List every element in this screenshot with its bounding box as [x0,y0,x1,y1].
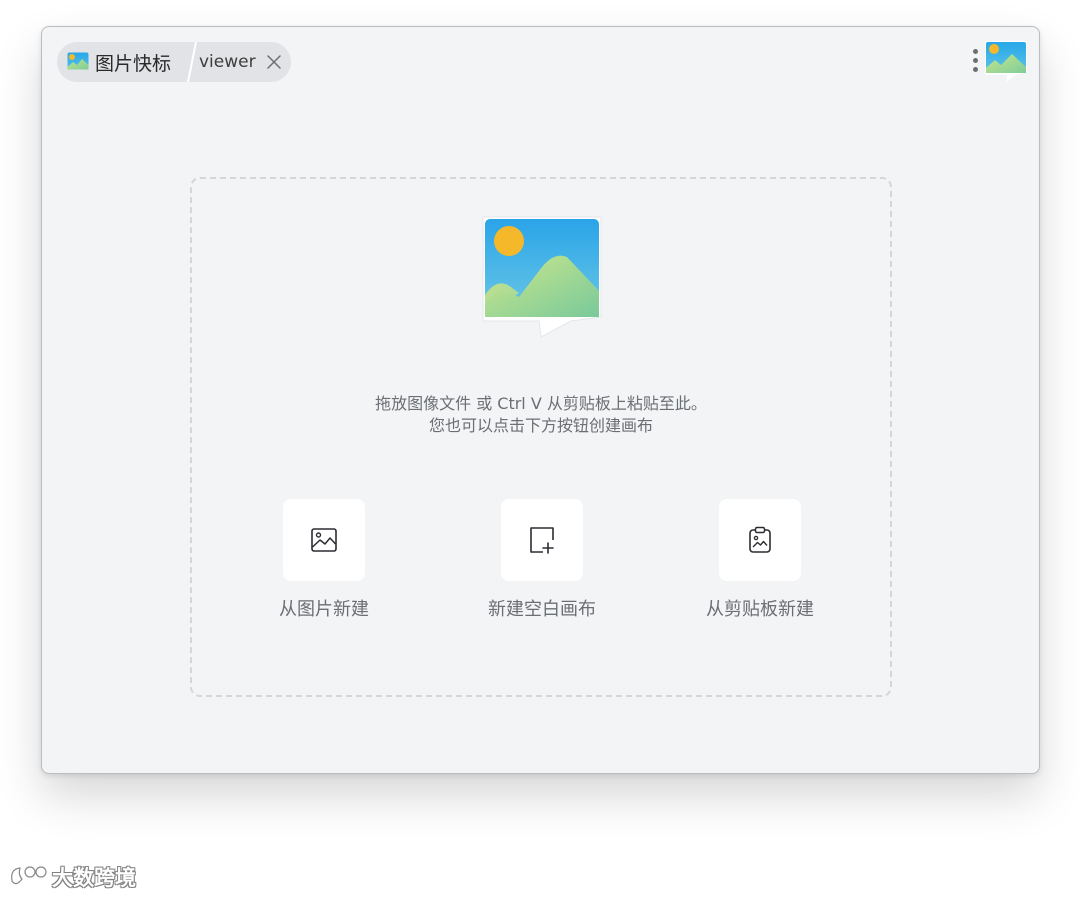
app-logo-icon [67,52,89,70]
app-window: 图片快标 viewer 拖放图像文件 或 Ctrl V 从剪贴板上粘贴至此。 您… [41,26,1040,774]
image-icon [311,528,337,552]
close-icon[interactable] [266,54,282,70]
watermark-text: 大数跨境 [52,866,136,890]
action-row: 从图片新建 新建空白画布 从剪贴板新建 [192,499,890,629]
tab-separator [187,42,197,82]
viewer-tab-label: viewer [199,52,256,72]
new-from-clipboard-tile[interactable] [719,499,801,581]
drop-hint-line2: 您也可以点击下方按钮创建画布 [428,416,653,435]
new-blank-canvas-tile[interactable] [501,499,583,581]
new-from-clipboard-button[interactable]: 从剪贴板新建 [680,499,840,621]
clipboard-image-icon [749,526,771,553]
more-menu-icon[interactable] [971,47,979,77]
title-bar: 图片快标 viewer [42,27,1039,97]
watermark: 大数跨境 [8,862,136,892]
drop-hint-line1: 拖放图像文件 或 Ctrl V 从剪贴板上粘贴至此。 [375,394,707,413]
new-from-clipboard-label: 从剪贴板新建 [706,599,814,620]
drop-hint: 拖放图像文件 或 Ctrl V 从剪贴板上粘贴至此。 您也可以点击下方按钮创建画… [192,393,890,437]
watermark-logo-icon [11,866,47,885]
canvas-add-icon [530,527,554,554]
tab-app[interactable]: 图片快标 [57,42,189,82]
new-from-image-tile[interactable] [283,499,365,581]
drop-zone[interactable]: 拖放图像文件 或 Ctrl V 从剪贴板上粘贴至此。 您也可以点击下方按钮创建画… [190,177,892,697]
hero-image-logo-icon [482,216,602,338]
app-tab-label: 图片快标 [95,52,172,75]
new-blank-canvas-button[interactable]: 新建空白画布 [462,499,622,621]
tab-viewer[interactable]: viewer [199,42,291,82]
new-from-image-label: 从图片新建 [279,599,369,620]
corner-app-logo-icon [985,41,1027,82]
tab-group: 图片快标 viewer [57,42,291,82]
new-blank-canvas-label: 新建空白画布 [488,599,596,620]
new-from-image-button[interactable]: 从图片新建 [244,499,404,621]
